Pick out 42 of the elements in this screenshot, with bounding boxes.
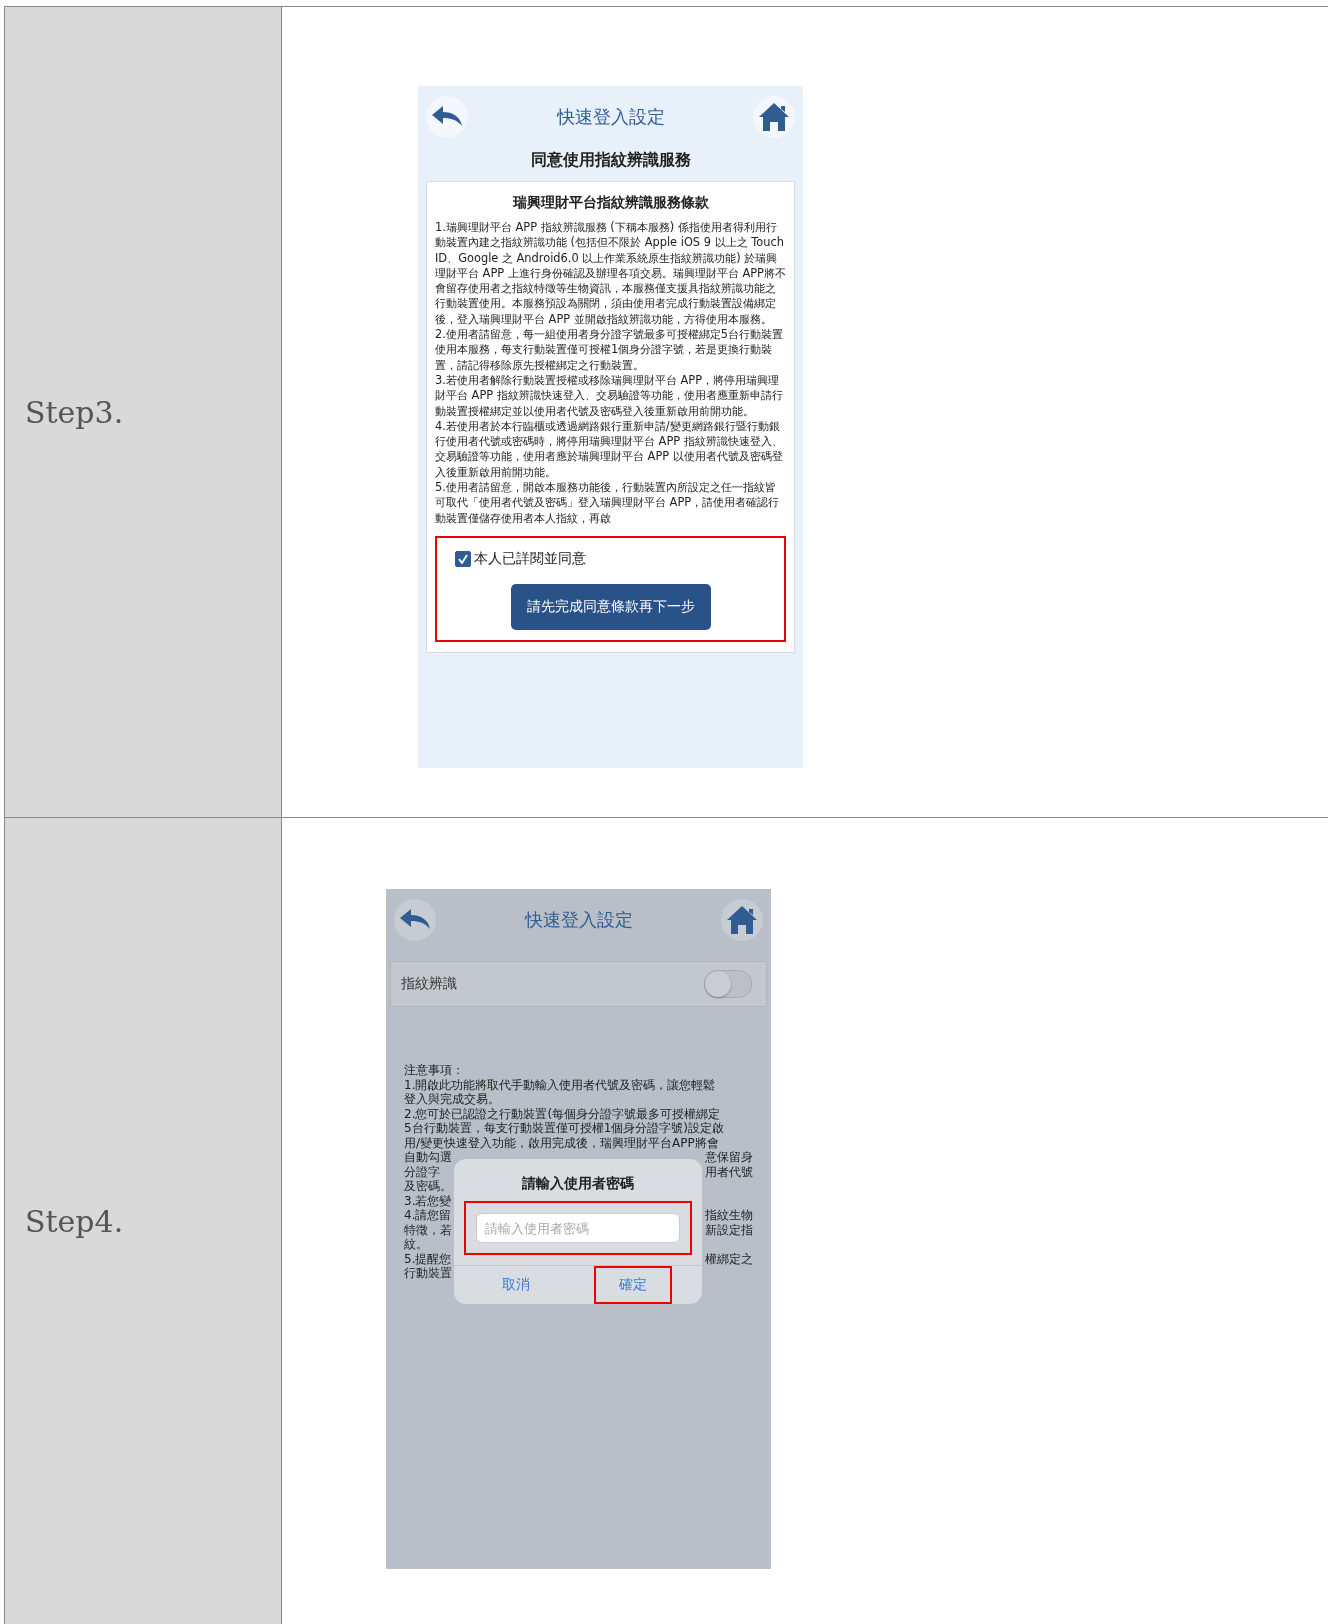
screen-title: 快速登入設定: [524, 908, 633, 932]
back-arrow-icon[interactable]: [432, 106, 462, 128]
note-text: 權綁定之: [705, 1251, 753, 1266]
note-text: 行動裝置: [404, 1266, 452, 1281]
terms-paragraph: 2.使用者請留意，每一組使用者身分證字號最多可授權綁定5台行動裝置使用本服務，每支行動裝置僅可授權1個身分證字號，若是更換行動裝置，請記得移除原先授權綁定之行動裝置。: [435, 327, 785, 373]
note-text: 紋。: [404, 1237, 428, 1252]
terms-paragraph: 1.瑞興理財平台 APP 指紋辨識服務 (下稱本服務) 係指使用者得利用行動裝置內建之指紋辨識功能 (包括但不限於 Apple iOS 9 以上之 Touch ID、Google 之 Android6.0 以上作業系統原生指紋辨識功能) 於瑞興理財平台 APP 上進行身份確認及辦理各項交易。瑞興理財平台 APP將不會留存使用者之指紋特徵等生物資訊，本服務僅支援具指紋辨識功能之行動裝置使用。本服務預設為關閉，須由使用者完成行動裝置設備綁定後，登入瑞興理財平台 APP 並開啟指紋辨識功能，方得使用本服務。: [435, 220, 786, 328]
note-text: 及密碼。: [404, 1179, 452, 1194]
next-step-button[interactable]: 請先完成同意條款再下一步: [510, 583, 711, 630]
screen-title: 快速登入設定: [556, 105, 665, 129]
agree-checkbox[interactable]: 本人已詳閱並同意: [437, 549, 784, 568]
terms-title: 瑞興理財平台指紋辨識服務條款: [511, 194, 710, 212]
note-text: 特徵，若: [404, 1222, 452, 1237]
toggle-switch[interactable]: [704, 970, 752, 998]
checkbox-icon[interactable]: [455, 550, 471, 567]
dialog-title: 請輸入使用者密碼: [521, 1174, 635, 1193]
note-text: 自動勾選: [404, 1150, 452, 1165]
note-text: 5.提醒您: [404, 1251, 452, 1266]
home-icon[interactable]: [758, 102, 790, 132]
step-label: Step3.: [25, 394, 124, 430]
note-text: 指紋生物: [705, 1208, 753, 1223]
terms-paragraph: 4.若使用者於本行臨櫃或透過網路銀行重新申請/變更網路銀行暨行動銀行使用者代號或密碼時，將停用瑞興理財平台 APP 指紋辨識快速登入、交易驗證等功能，使用者應於瑞興理財平台 APP 以使用者代號及密碼登入後重新啟用前開功能。: [435, 418, 784, 481]
note-text: 5台行動裝置，每支行動裝置僅可授權1個身分證字號)設定啟: [404, 1121, 724, 1136]
home-icon[interactable]: [726, 905, 758, 935]
page-subtitle: 同意使用指紋辨識服務: [529, 150, 692, 171]
setting-label: 指紋辨識: [401, 975, 457, 993]
note-text: 1.開啟此功能將取代手動輸入使用者代號及密碼，讓您輕鬆: [404, 1077, 716, 1092]
terms-paragraph: 5.使用者請留意，開啟本服務功能後，行動裝置內所設定之任一指紋皆可取代「使用者代號及密碼」登入瑞興理財平台 APP，請使用者確認行動裝置僅儲存使用者本人指紋，再啟: [435, 480, 781, 526]
note-text: 登入與完成交易。: [404, 1092, 500, 1107]
note-text: 用者代號: [705, 1164, 753, 1179]
password-field[interactable]: 請輸入使用者密碼: [476, 1213, 680, 1243]
note-text: 注意事項：: [404, 1063, 464, 1078]
note-text: 用/變更快速登入功能，啟用完成後，瑞興理財平台APP將會: [404, 1135, 719, 1150]
note-text: 新設定指: [705, 1222, 753, 1237]
note-text: 意保留身: [705, 1150, 753, 1165]
step-label: Step4.: [25, 1203, 124, 1239]
back-arrow-icon[interactable]: [400, 909, 430, 931]
note-text: 分證字: [404, 1164, 440, 1179]
note-text: 2.您可於已認證之行動裝置(每個身分證字號最多可授權綁定: [404, 1106, 721, 1121]
note-text: 3.若您變: [404, 1193, 452, 1208]
note-text: 4.請您留: [404, 1208, 452, 1223]
terms-paragraph: 3.若使用者解除行動裝置授權或移除瑞興理財平台 APP，將停用瑞興理財平台 APP 指紋辨識快速登入、交易驗證等功能，使用者應重新申請行動裝置授權綁定並以使用者代號及密碼登入後重新啟用前開功能。: [435, 372, 784, 419]
